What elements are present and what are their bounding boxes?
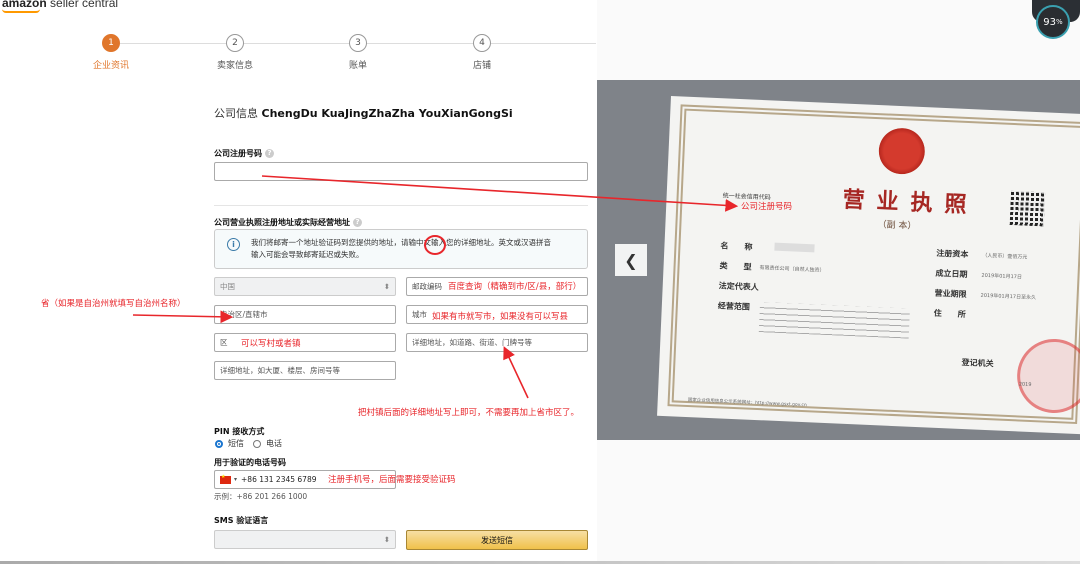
cert-legal-label: 法定代表人 bbox=[718, 280, 759, 293]
phone-label: 用于验证的电话号码 bbox=[214, 458, 286, 467]
street-address-input[interactable]: 详细地址，如道路、街道、门牌号等 bbox=[406, 333, 588, 352]
arrow-street bbox=[503, 346, 529, 399]
caret-down-icon[interactable]: ▾ bbox=[234, 476, 237, 483]
business-license-photo: 营业执照 （副 本） 统一社会信用代码 名 称 类 型 有限责任公司（自然人独资… bbox=[597, 80, 1080, 440]
send-sms-button[interactable]: 发送短信 bbox=[406, 530, 588, 550]
sms-language-label: SMS 验证语言 bbox=[214, 516, 269, 525]
cert-capital-label: 注册资本 bbox=[936, 247, 969, 260]
step-circle-3: 3 bbox=[349, 34, 367, 52]
info-line1: 我们将邮寄一个地址验证码到您提供的地址，请输 bbox=[251, 238, 416, 247]
district-value: 区 bbox=[220, 338, 228, 347]
step-circle-2: 2 bbox=[226, 34, 244, 52]
select-arrows-icon: ⬍ bbox=[383, 282, 390, 291]
annot-province: 省（如果是自治州就填写自治州名称） bbox=[41, 299, 186, 309]
prev-image-button[interactable]: ❮ bbox=[615, 244, 647, 276]
flag-star: ★ bbox=[221, 473, 226, 480]
step-label-2: 卖家信息 bbox=[216, 61, 253, 71]
badge-percent: 93 bbox=[1043, 16, 1057, 28]
cert-name-label: 名 称 bbox=[720, 240, 753, 252]
cert-founded-label: 成立日期 bbox=[935, 267, 968, 280]
phone-value: +86 131 2345 6789 bbox=[241, 475, 317, 484]
address-label: 公司营业执照注册地址或实际经营地址? bbox=[214, 217, 362, 228]
cert-address-label: 住 所 bbox=[933, 307, 966, 320]
reg-number-label: 公司注册号码? bbox=[214, 148, 274, 159]
building-placeholder: 详细地址，如大厦、楼层、房间号等 bbox=[220, 366, 340, 375]
chevron-left-icon: ❮ bbox=[624, 250, 638, 270]
certificate-title: 营业执照 bbox=[842, 186, 980, 219]
pin-sms-radio[interactable] bbox=[215, 440, 223, 448]
pin-method-label: PIN 接收方式 bbox=[214, 427, 265, 436]
step-label-4: 店铺 bbox=[472, 61, 491, 71]
company-info-prefix: 公司信息 bbox=[214, 107, 258, 120]
annot-district: 可以写村或者镇 bbox=[241, 339, 301, 349]
cert-scope-label: 经营范围 bbox=[717, 300, 751, 312]
certificate-subtitle: （副 本） bbox=[877, 220, 917, 232]
redacted-name bbox=[774, 242, 815, 253]
step-circle-4: 4 bbox=[473, 34, 491, 52]
address-info-text: 我们将邮寄一个地址验证码到您提供的地址，请输中文输入您的详细地址。英文或汉语拼音… bbox=[251, 237, 581, 261]
china-flag-icon[interactable]: ★ bbox=[220, 473, 231, 484]
postal-placeholder: 邮政编码 bbox=[412, 282, 442, 291]
cert-term-label: 营业期限 bbox=[934, 287, 967, 300]
qr-code-icon bbox=[1009, 190, 1046, 227]
help-icon[interactable]: ? bbox=[265, 149, 274, 158]
reg-number-input[interactable] bbox=[214, 162, 588, 181]
info-line2: 输入可能会导致邮寄延迟或失败。 bbox=[251, 250, 364, 259]
badge-unit: % bbox=[1056, 18, 1063, 26]
performance-badge[interactable]: 93% bbox=[1036, 5, 1070, 39]
sms-language-select[interactable]: ⬍ bbox=[214, 530, 396, 549]
annot-company-reg: 公司注册号码 bbox=[741, 202, 793, 212]
info-icon: i bbox=[227, 238, 240, 251]
help-icon[interactable]: ? bbox=[353, 218, 362, 227]
province-value: 自治区/直辖市 bbox=[220, 310, 268, 319]
step-circle-1: 1 bbox=[102, 34, 120, 52]
pin-sms-label[interactable]: 短信 bbox=[228, 438, 244, 449]
annot-postal: 百度查询（精确到市/区/县，部行） bbox=[448, 282, 582, 292]
pin-phone-label[interactable]: 电话 bbox=[266, 438, 282, 449]
city-placeholder: 城市 bbox=[412, 310, 427, 319]
phone-example: 示例：+86 201 266 1000 bbox=[214, 492, 308, 501]
company-name: ChengDu KuaJingZhaZha YouXianGongSi bbox=[261, 107, 513, 120]
cert-year: 2019 bbox=[1018, 381, 1032, 388]
address-label-text: 公司营业执照注册地址或实际经营地址 bbox=[214, 218, 350, 227]
select-arrows-icon: ⬍ bbox=[383, 535, 390, 544]
annot-city: 如果有市就写市，如果没有可以写县 bbox=[432, 312, 569, 322]
cert-authority-label: 登记机关 bbox=[961, 356, 994, 369]
country-select[interactable]: 中国 ⬍ bbox=[214, 277, 396, 296]
info-line1b: 输入您的详细地址。英文或汉语拼音 bbox=[431, 238, 551, 247]
company-info-heading: 公司信息 ChengDu KuaJingZhaZha YouXianGongSi bbox=[214, 105, 513, 121]
annot-phone: 注册手机号，后面需要接受验证码 bbox=[328, 475, 456, 485]
certificate-paper: 营业执照 （副 本） 统一社会信用代码 名 称 类 型 有限责任公司（自然人独资… bbox=[657, 96, 1080, 435]
annot-street: 把村镇后面的详细地址写上即可，不需要再加上省市区了。 bbox=[358, 408, 580, 418]
country-value: 中国 bbox=[220, 282, 235, 291]
cert-type-label: 类 型 bbox=[719, 260, 752, 272]
logo-smile-icon bbox=[2, 9, 40, 13]
province-input[interactable]: 自治区/直辖市 bbox=[214, 305, 396, 324]
step-label-1: 企业资讯 bbox=[92, 61, 129, 71]
logo-product: seller central bbox=[50, 0, 119, 10]
street-placeholder: 详细地址，如道路、街道、门牌号等 bbox=[412, 338, 532, 347]
info-highlight: 中文 bbox=[416, 238, 431, 247]
reg-number-label-text: 公司注册号码 bbox=[214, 149, 262, 158]
pin-phone-radio[interactable] bbox=[253, 440, 261, 448]
section-divider bbox=[214, 205, 588, 206]
building-address-input[interactable]: 详细地址，如大厦、楼层、房间号等 bbox=[214, 361, 396, 380]
step-label-3: 账单 bbox=[348, 61, 367, 71]
